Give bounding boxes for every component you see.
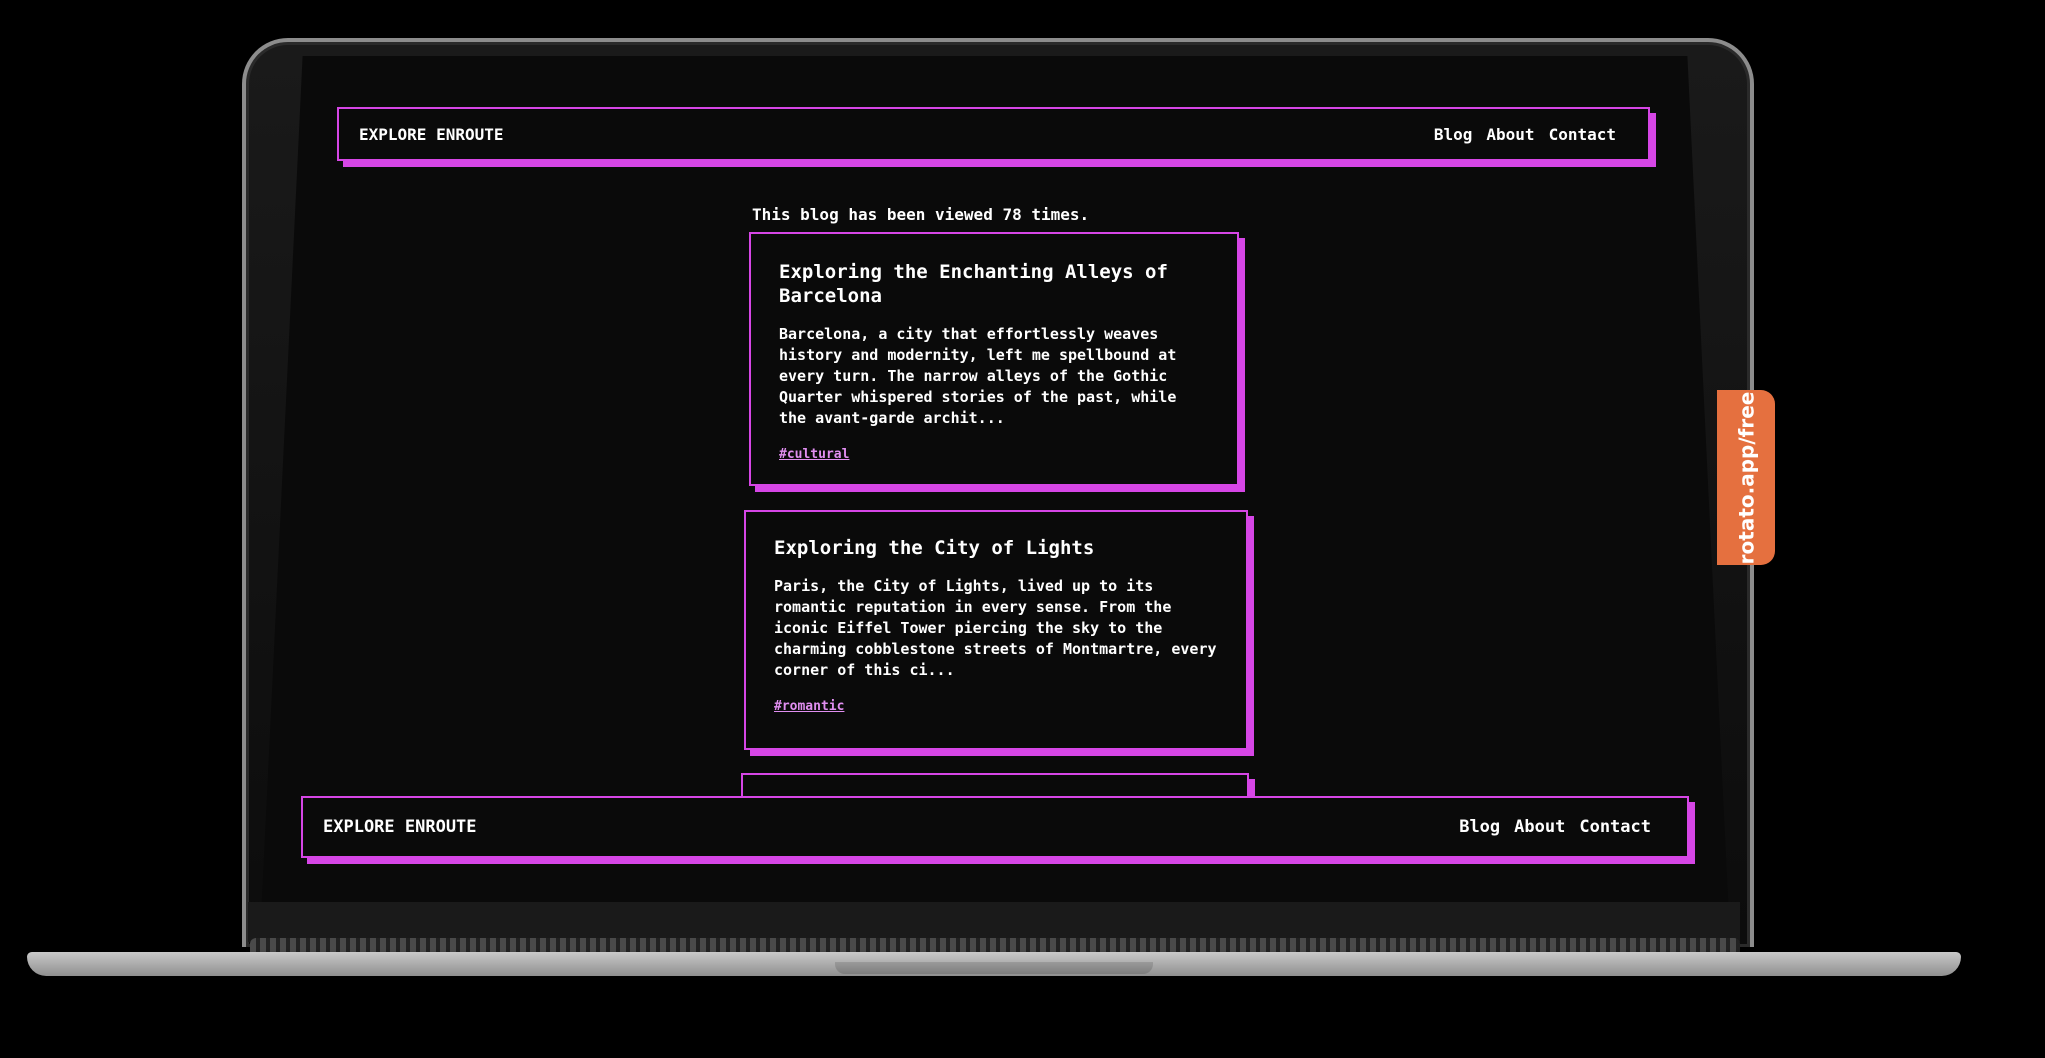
rotato-badge-label: rotato.app/free <box>1734 391 1758 564</box>
nav-about-link[interactable]: About <box>1486 125 1534 144</box>
post-tag[interactable]: #romantic <box>774 699 844 714</box>
post-title[interactable]: Exploring the City of Lights <box>774 536 1218 560</box>
post-tag[interactable]: #cultural <box>779 447 849 462</box>
laptop-keyboard <box>250 938 1740 952</box>
post-excerpt: Barcelona, a city that effortlessly weav… <box>779 325 1177 427</box>
nav-contact-link[interactable]: Contact <box>1549 125 1616 144</box>
post-excerpt: Paris, the City of Lights, lived up to i… <box>774 577 1217 679</box>
nav-links: Blog About Contact <box>1434 125 1616 144</box>
footer-nav-links: Blog About Contact <box>1459 817 1651 837</box>
laptop-hinge <box>248 902 1740 942</box>
laptop-notch <box>835 962 1153 974</box>
top-navbar: EXPLORE ENROUTE Blog About Contact <box>337 107 1650 161</box>
nav-blog-link[interactable]: Blog <box>1434 125 1473 144</box>
footer-about-link[interactable]: About <box>1514 817 1565 837</box>
footer-contact-link[interactable]: Contact <box>1579 817 1651 837</box>
rotato-badge[interactable]: rotato.app/free <box>1717 390 1775 565</box>
footer-blog-link[interactable]: Blog <box>1459 817 1500 837</box>
post-card[interactable]: Exploring the City of Lights Paris, the … <box>744 510 1248 750</box>
post-title[interactable]: Exploring the Enchanting Alleys of Barce… <box>779 260 1209 308</box>
footer-brand[interactable]: EXPLORE ENROUTE <box>323 817 477 837</box>
view-counter: This blog has been viewed 78 times. <box>752 205 1090 224</box>
post-card[interactable]: Exploring the Enchanting Alleys of Barce… <box>749 232 1239 486</box>
brand-logo[interactable]: EXPLORE ENROUTE <box>359 125 504 144</box>
footer-navbar: EXPLORE ENROUTE Blog About Contact <box>301 796 1689 858</box>
